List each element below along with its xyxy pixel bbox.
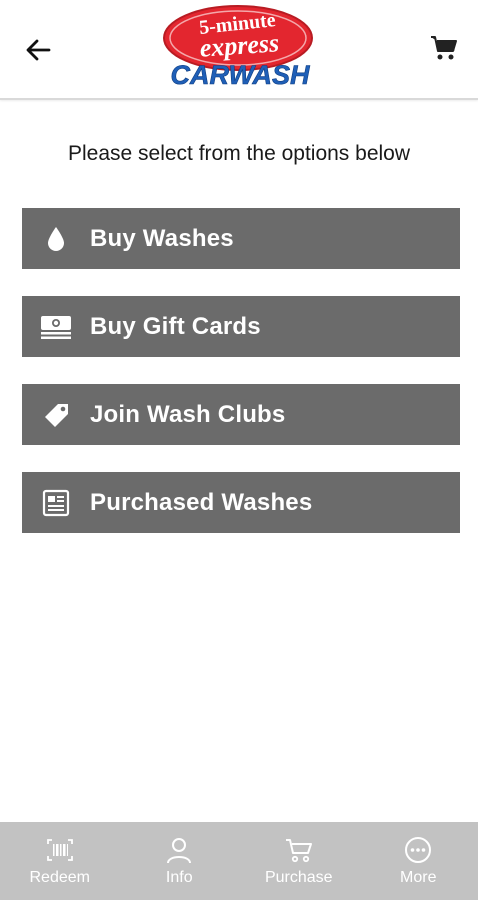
join-wash-clubs-button[interactable]: Join Wash Clubs xyxy=(22,384,460,445)
purchased-washes-button[interactable]: Purchased Washes xyxy=(22,472,460,533)
money-stack-icon xyxy=(22,296,90,357)
nav-label: More xyxy=(400,869,437,886)
brand-logo: 5-minute express CARWASH xyxy=(160,4,320,90)
cart-icon xyxy=(284,835,314,865)
droplet-icon xyxy=(22,208,90,269)
menu-item-label: Purchased Washes xyxy=(90,488,313,516)
menu-item-label: Join Wash Clubs xyxy=(90,400,286,428)
tag-icon xyxy=(22,384,90,445)
options-menu: Buy Washes Buy Gift Cards Join Wash Club… xyxy=(22,208,460,560)
arrow-left-icon xyxy=(26,39,51,61)
back-button[interactable] xyxy=(18,30,58,70)
svg-text:express: express xyxy=(199,28,280,62)
receipt-icon xyxy=(22,472,90,533)
menu-item-label: Buy Washes xyxy=(90,224,234,252)
buy-washes-button[interactable]: Buy Washes xyxy=(22,208,460,269)
app-screen: 5-minute express CARWASH Please select f… xyxy=(0,0,478,900)
nav-label: Info xyxy=(165,869,193,886)
nav-item-redeem[interactable]: Redeem xyxy=(0,822,120,900)
barcode-icon xyxy=(45,835,75,865)
nav-item-purchase[interactable]: Purchase xyxy=(239,822,359,900)
buy-gift-cards-button[interactable]: Buy Gift Cards xyxy=(22,296,460,357)
bottom-nav: Redeem Info Purchase More xyxy=(0,822,478,900)
svg-text:CARWASH: CARWASH xyxy=(170,60,310,90)
nav-item-more[interactable]: More xyxy=(359,822,478,900)
menu-item-label: Buy Gift Cards xyxy=(90,312,261,340)
cart-button[interactable] xyxy=(424,28,464,68)
nav-label: Redeem xyxy=(29,869,90,886)
more-icon xyxy=(403,835,433,865)
person-icon xyxy=(164,835,194,865)
nav-label: Purchase xyxy=(264,869,333,886)
app-header: 5-minute express CARWASH xyxy=(0,0,478,100)
page-prompt: Please select from the options below xyxy=(67,142,411,165)
nav-item-info[interactable]: Info xyxy=(120,822,240,900)
cart-icon xyxy=(431,36,457,60)
